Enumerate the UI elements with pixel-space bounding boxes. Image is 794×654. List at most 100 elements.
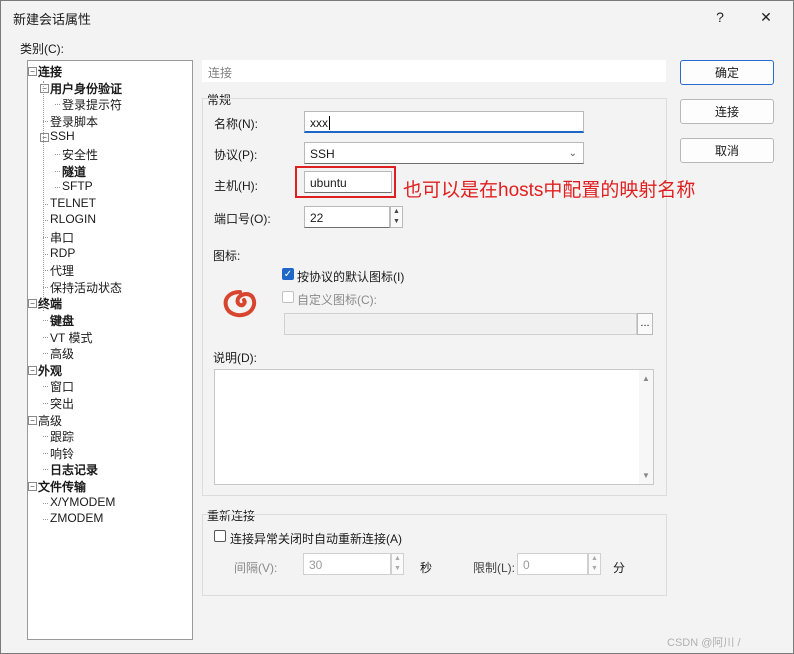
default-icon-checkbox[interactable]: ✓: [282, 268, 294, 280]
spin-down-icon[interactable]: ▼: [392, 564, 403, 574]
connect-button[interactable]: 连接: [680, 99, 774, 124]
reconnect-checkbox[interactable]: [214, 530, 226, 542]
highlight-box: [295, 166, 396, 198]
close-button[interactable]: ✕: [751, 5, 781, 29]
watermark: CSDN @阿川 /: [667, 637, 741, 649]
spin-up-icon[interactable]: ▲: [392, 554, 403, 564]
tree-item[interactable]: 跟踪: [50, 428, 74, 445]
tree-item[interactable]: 窗口: [50, 378, 74, 395]
tree-connector: [55, 187, 60, 189]
spin-up-icon[interactable]: ▲: [589, 554, 600, 564]
panel-header: 连接: [202, 60, 666, 82]
description-textarea[interactable]: ▲ ▼: [214, 369, 654, 485]
annotation-text: 也可以是在hosts中配置的映射名称: [403, 180, 696, 201]
tree-item[interactable]: X/YMODEM: [50, 495, 115, 509]
tree-item[interactable]: SSH: [50, 129, 75, 143]
ssh-protocol-icon: [223, 290, 257, 318]
port-input[interactable]: 22: [304, 206, 390, 228]
tree-item[interactable]: 日志记录: [50, 461, 98, 478]
category-tree[interactable]: 连接 − 用户身份验证 − 登录提示符 登录脚本 SSH − 安全性 隧道 SFTP TELNET RL…: [27, 60, 193, 640]
port-value: 22: [310, 211, 324, 225]
tree-connector: [43, 386, 48, 388]
custom-icon-check-label: 自定义图标(C):: [297, 293, 377, 307]
tree-item[interactable]: 键盘: [50, 312, 74, 329]
tree-item[interactable]: 高级: [50, 345, 74, 362]
tree-item[interactable]: 终端: [38, 295, 62, 312]
name-input[interactable]: xxx: [304, 111, 584, 133]
tree-item[interactable]: 响铃: [50, 445, 74, 462]
scrollbar[interactable]: ▲ ▼: [639, 370, 653, 484]
tree-item[interactable]: 文件传输: [38, 478, 86, 495]
collapse-toggle-icon[interactable]: −: [40, 83, 49, 93]
tree-connector: [43, 353, 48, 355]
tree-connector: [55, 170, 60, 172]
tree-connector: [43, 502, 48, 504]
default-icon-check-label: 按协议的默认图标(I): [297, 270, 405, 284]
protocol-select[interactable]: SSH ⌄: [304, 142, 584, 164]
cancel-button[interactable]: 取消: [680, 138, 774, 163]
tree-item[interactable]: TELNET: [50, 196, 96, 210]
browse-button[interactable]: ...: [637, 313, 653, 335]
tree-item[interactable]: SFTP: [62, 179, 93, 193]
protocol-label: 协议(P):: [214, 148, 258, 162]
collapse-toggle-icon[interactable]: −: [40, 133, 49, 143]
custom-icon-path[interactable]: [284, 313, 637, 335]
title-bar: 新建会话属性 ? ✕: [1, 1, 793, 33]
tree-item[interactable]: 代理: [50, 262, 74, 279]
scroll-down-icon[interactable]: ▼: [642, 471, 650, 480]
tree-item[interactable]: 高级: [38, 412, 62, 429]
scroll-up-icon[interactable]: ▲: [642, 374, 650, 383]
category-label: 类别(C):: [20, 42, 64, 56]
spin-down-icon[interactable]: ▼: [589, 564, 600, 574]
custom-icon-checkbox[interactable]: [282, 291, 294, 303]
tree-connector: [43, 469, 48, 471]
tree-item[interactable]: 突出: [50, 395, 74, 412]
icon-label: 图标:: [213, 249, 241, 263]
collapse-toggle-icon[interactable]: −: [28, 415, 37, 425]
limit-value: 0: [523, 558, 530, 572]
limit-label: 限制(L):: [473, 561, 516, 575]
help-button[interactable]: ?: [705, 5, 735, 29]
tree-item[interactable]: 安全性: [62, 146, 98, 163]
tree-item[interactable]: 外观: [38, 362, 62, 379]
tree-connector: [43, 403, 48, 404]
tree-item[interactable]: 保持活动状态: [50, 279, 122, 296]
tree-connector: [43, 320, 48, 321]
tree-item[interactable]: ZMODEM: [50, 511, 103, 525]
interval-input[interactable]: 30: [303, 553, 391, 575]
interval-unit: 秒: [420, 561, 433, 575]
tree-item[interactable]: RLOGIN: [50, 212, 96, 226]
dialog-window: 新建会话属性 ? ✕ 类别(C): 连接 − 用户身份验证 − 登录提示符 登录脚本 SSH…: [0, 0, 794, 654]
spin-down-icon[interactable]: ▼: [391, 217, 402, 227]
port-spinner[interactable]: ▲ ▼: [390, 206, 403, 228]
collapse-toggle-icon[interactable]: −: [28, 482, 37, 491]
spin-up-icon[interactable]: ▲: [391, 207, 402, 217]
tree-connector: [55, 154, 60, 155]
tree-connector: [43, 452, 48, 454]
interval-spinner[interactable]: ▲ ▼: [391, 553, 404, 575]
tree-item[interactable]: 隧道: [62, 163, 86, 180]
collapse-toggle-icon[interactable]: −: [28, 67, 37, 76]
name-label: 名称(N):: [214, 117, 258, 131]
tree-item[interactable]: 登录脚本: [50, 113, 98, 130]
description-label: 说明(D):: [213, 351, 257, 365]
tree-item[interactable]: RDP: [50, 246, 75, 260]
tree-item[interactable]: 登录提示符: [62, 96, 122, 113]
limit-spinner[interactable]: ▲ ▼: [588, 553, 601, 575]
collapse-toggle-icon[interactable]: −: [28, 299, 37, 309]
port-label: 端口号(O):: [214, 212, 271, 226]
tree-item[interactable]: VT 模式: [50, 329, 92, 346]
tree-connector: [43, 436, 48, 438]
reconnect-check-label: 连接异常关闭时自动重新连接(A): [230, 532, 402, 546]
tree-connector: [43, 519, 48, 521]
tree-item[interactable]: 用户身份验证: [50, 80, 122, 97]
host-label: 主机(H):: [214, 179, 258, 193]
collapse-toggle-icon[interactable]: −: [28, 365, 37, 375]
tree-item[interactable]: 串口: [50, 229, 74, 246]
ok-button[interactable]: 确定: [680, 60, 774, 85]
limit-input[interactable]: 0: [517, 553, 588, 575]
tree-guide-line: [43, 81, 44, 311]
tree-item[interactable]: 连接: [38, 63, 62, 80]
tree-connector: [43, 336, 48, 338]
panel-header-label: 连接: [208, 66, 233, 80]
